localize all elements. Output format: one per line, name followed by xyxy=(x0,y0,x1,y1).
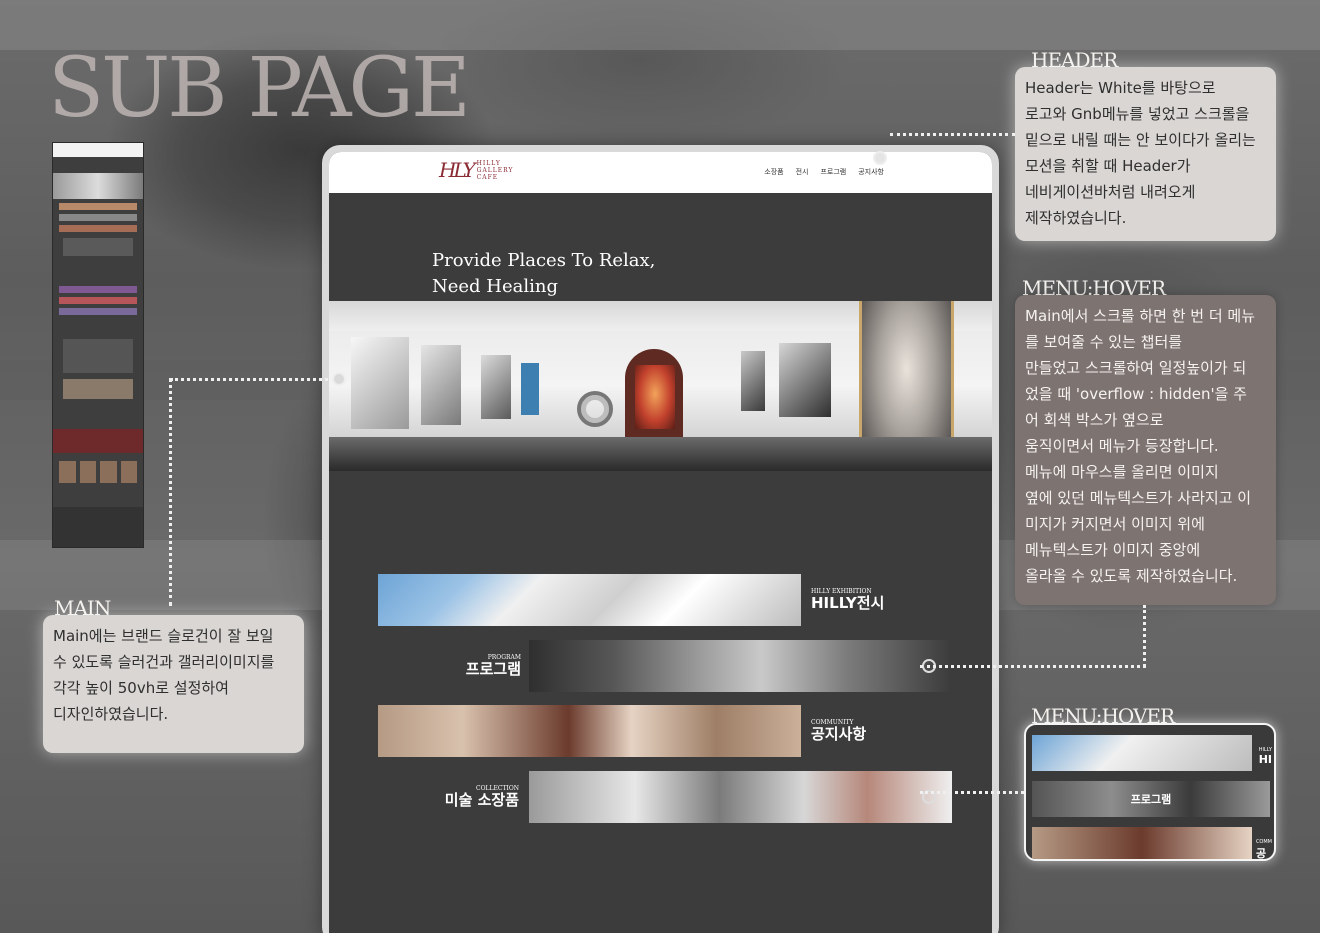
nav-item-collection[interactable]: 소장품 xyxy=(764,167,783,177)
site-header: HLY HILLY GALLERY CAFE 소장품 전시 프로그램 공지사항 xyxy=(329,152,992,193)
annotation-line: 네비게이션바처럼 내려오게 xyxy=(1025,183,1196,201)
hero-line: Provide Places To Relax, xyxy=(432,250,656,271)
annotation-line: 메뉴텍스트가 이미지 중앙에 xyxy=(1025,541,1201,559)
device-mockup: HLY HILLY GALLERY CAFE 소장품 전시 프로그램 공지사항 … xyxy=(322,145,999,933)
site-logo[interactable]: HLY HILLY GALLERY CAFE xyxy=(439,158,513,182)
menu-label-kr: HILLY전시 xyxy=(811,594,885,612)
connector-line xyxy=(170,378,334,381)
site-screen: HLY HILLY GALLERY CAFE 소장품 전시 프로그램 공지사항 … xyxy=(329,152,992,933)
annotation-line: 로고와 Gnb메뉴를 넣었고 스크롤을 xyxy=(1025,105,1250,123)
connector-line xyxy=(169,378,172,606)
portrait-artwork xyxy=(635,365,675,429)
preview-label-kr: 공 xyxy=(1255,847,1267,860)
annotation-line: 모션을 취할 때 Header가 xyxy=(1025,157,1191,175)
gallery-hero-image xyxy=(329,301,992,471)
menu-image xyxy=(529,771,952,823)
annotation-line: 옆에 있던 메뉴텍스트가 사라지고 이 xyxy=(1025,489,1252,507)
annotation-line: 디자인하였습니다. xyxy=(53,705,169,723)
annotation-line: 어 회색 박스가 옆으로 xyxy=(1025,411,1164,429)
annotation-line: 각각 높이 50vh로 설정하여 xyxy=(53,679,229,697)
menu-item-collection[interactable]: COLLECTION 미술 소장품 xyxy=(424,771,952,823)
annotation-line: 제작하였습니다. xyxy=(1025,209,1127,227)
preview-menu-image xyxy=(1032,827,1252,859)
annotation-header: Header는 White를 바탕으로 로고와 Gnb메뉴를 넣었고 스크롤을 … xyxy=(1015,67,1276,241)
preview-label-kr: HI xyxy=(1258,753,1272,766)
page-title: SUB PAGE xyxy=(48,41,471,136)
logo-line: CAFE xyxy=(476,173,499,181)
annotation-line: Main에는 브랜드 슬로건이 잘 보일 xyxy=(53,627,274,645)
hero-line: Need Healing xyxy=(432,276,559,297)
logo-line: HILLY xyxy=(476,159,501,167)
logo-line: GALLERY xyxy=(476,166,514,174)
menu-image xyxy=(529,640,952,692)
nav-item-notice[interactable]: 공지사항 xyxy=(858,167,884,177)
annotation-line: 수 있도록 슬러건과 갤러리이미지를 xyxy=(53,653,275,671)
preview-menu-hovered: 프로그램 xyxy=(1032,781,1270,817)
sculpture xyxy=(577,391,613,427)
marker-circle-icon xyxy=(332,372,346,386)
annotation-line: Header는 White를 바탕으로 xyxy=(1025,79,1216,97)
menu-image xyxy=(378,574,801,626)
nav-item-exhibition[interactable]: 전시 xyxy=(796,167,809,177)
preview-center-label: 프로그램 xyxy=(1130,793,1172,806)
connector-line xyxy=(920,791,1024,794)
annotation-line: 올라올 수 있도록 제작하였습니다. xyxy=(1025,567,1238,585)
menu-image xyxy=(378,705,801,757)
connector-line xyxy=(920,665,1146,668)
marker-circle-icon xyxy=(873,151,887,165)
annotation-line: 었을 때 'overflow : hidden'을 주 xyxy=(1025,385,1247,403)
nav-item-program[interactable]: 프로그램 xyxy=(820,167,846,177)
annotation-line: 메뉴에 마우스를 올리면 이미지 xyxy=(1025,463,1219,481)
full-page-thumbnail xyxy=(52,142,144,548)
connector-line xyxy=(1143,605,1146,667)
annotation-line: 밑으로 내릴 때는 안 보이다가 올리는 xyxy=(1025,131,1256,149)
hero-slogan: Provide Places To Relax, Need Healing xyxy=(432,248,655,300)
annotation-line: 움직이면서 메뉴가 등장합니다. xyxy=(1025,437,1219,455)
logo-mark: HLY xyxy=(439,158,476,182)
menu-item-community[interactable]: COMMUNITY 공지사항 xyxy=(378,705,866,757)
annotation-line: 미지가 커지면서 이미지 위에 xyxy=(1025,515,1205,533)
menu-item-program[interactable]: PROGRAM 프로그램 xyxy=(439,640,952,692)
annotation-line: Main에서 스크롤 하면 한 번 더 메뉴 xyxy=(1025,307,1256,325)
menu-label-kr: 미술 소장품 xyxy=(444,791,519,809)
menu-label-kr: 공지사항 xyxy=(811,725,867,743)
connector-line xyxy=(890,133,1015,136)
annotation-line: 를 보여줄 수 있는 챕터를 xyxy=(1025,333,1183,351)
annotation-main: Main에는 브랜드 슬로건이 잘 보일 수 있도록 슬러건과 갤러리이미지를 … xyxy=(43,615,304,753)
hover-preview: HILLY HI 프로그램 COMM 공 xyxy=(1024,723,1276,861)
annotation-menu-hover: Main에서 스크롤 하면 한 번 더 메뉴 를 보여줄 수 있는 챕터를 만들… xyxy=(1015,295,1276,605)
menu-item-exhibition[interactable]: HILLY EXHIBITION HILLY전시 xyxy=(378,574,884,626)
preview-menu-image xyxy=(1032,735,1252,771)
annotation-line: 만들었고 스크롤하여 일정높이가 되 xyxy=(1025,359,1247,377)
gnb-menu: 소장품 전시 프로그램 공지사항 xyxy=(764,167,884,177)
menu-label-kr: 프로그램 xyxy=(465,660,521,678)
